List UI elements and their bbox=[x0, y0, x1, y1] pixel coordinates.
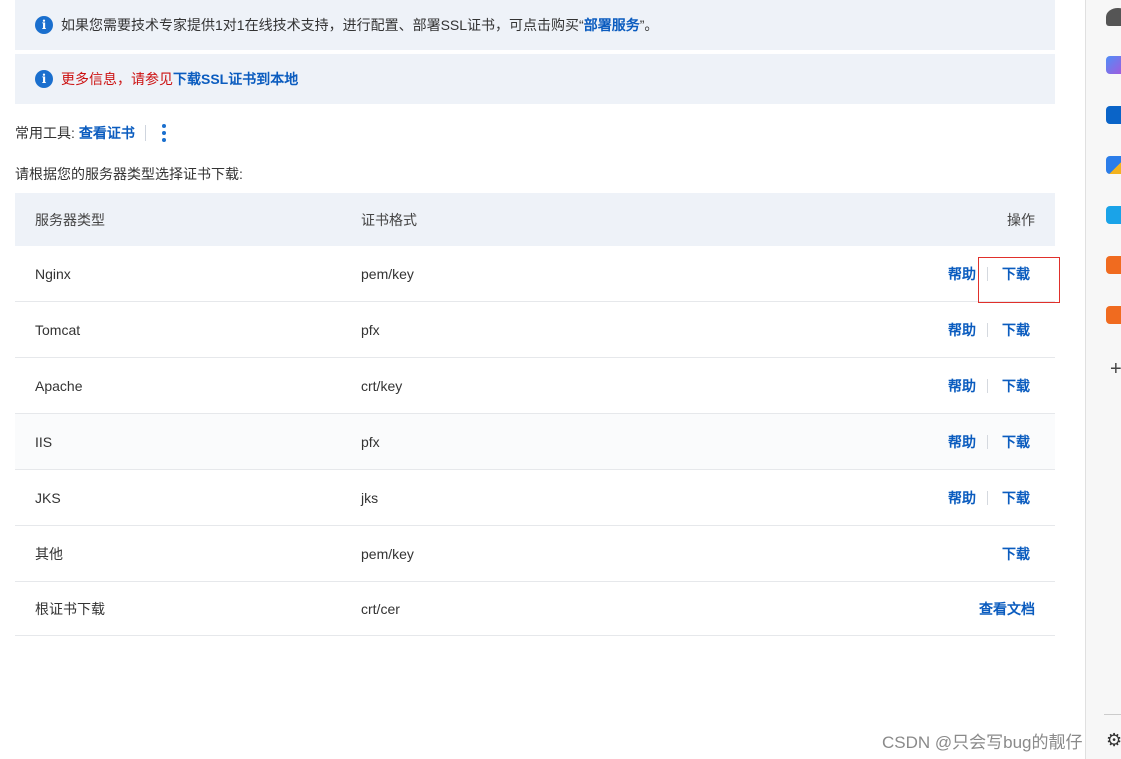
watermark: CSDN @只会写bug的靓仔 bbox=[882, 733, 1083, 752]
help-link[interactable]: 帮助 bbox=[948, 488, 976, 508]
table-row: IIS pfx 帮助 下载 bbox=[15, 414, 1055, 470]
server-type-cell: 根证书下载 bbox=[35, 600, 105, 617]
server-type-cell: IIS bbox=[35, 433, 53, 450]
support-notice-text: 如果您需要技术专家提供1对1在线技术支持，进行配置、部署SSL证书，可点击购买“ bbox=[61, 17, 584, 33]
download-link[interactable]: 下载 bbox=[1002, 320, 1035, 340]
server-type-cell: Nginx bbox=[35, 265, 71, 282]
support-notice: i 如果您需要技术专家提供1对1在线技术支持，进行配置、部署SSL证书，可点击购… bbox=[15, 0, 1055, 50]
header-actions: 操作 bbox=[1007, 211, 1035, 228]
main-content: i 如果您需要技术专家提供1对1在线技术支持，进行配置、部署SSL证书，可点击购… bbox=[0, 0, 1085, 759]
cert-format-cell: pem/key bbox=[361, 545, 414, 562]
tv-icon[interactable] bbox=[1106, 206, 1121, 224]
table-row: Nginx pem/key 帮助 下载 bbox=[15, 246, 1055, 302]
table-row: Tomcat pfx 帮助 下载 bbox=[15, 302, 1055, 358]
select-server-prompt: 请根据您的服务器类型选择证书下载: bbox=[15, 166, 243, 182]
add-icon[interactable]: + bbox=[1110, 358, 1121, 381]
divider bbox=[1104, 714, 1121, 715]
common-tools: 常用工具: 查看证书 bbox=[15, 120, 170, 146]
server-type-cell: 其他 bbox=[35, 545, 63, 562]
divider bbox=[987, 378, 988, 393]
server-type-cell: Tomcat bbox=[35, 321, 81, 338]
copilot-icon[interactable] bbox=[1106, 56, 1121, 74]
cert-format-cell: crt/cer bbox=[361, 600, 400, 617]
server-type-cell: Apache bbox=[35, 377, 83, 394]
download-ssl-doc-link[interactable]: 下载SSL证书到本地 bbox=[173, 69, 298, 89]
more-info-notice: i 更多信息，请参见 下载SSL证书到本地 bbox=[15, 54, 1055, 104]
view-docs-link[interactable]: 查看文档 bbox=[979, 599, 1035, 619]
tools-label: 常用工具: bbox=[15, 125, 75, 141]
app-icon[interactable] bbox=[1106, 306, 1121, 324]
help-link[interactable]: 帮助 bbox=[948, 264, 976, 284]
actions-cell: 帮助 下载 bbox=[861, 264, 1055, 284]
deploy-service-link[interactable]: 部署服务 bbox=[584, 15, 640, 35]
browser-sidebar: + bbox=[1085, 0, 1121, 759]
more-vertical-icon[interactable] bbox=[158, 122, 170, 144]
info-icon: i bbox=[35, 16, 53, 34]
table-row: 根证书下载 crt/cer 查看文档 bbox=[15, 582, 1055, 636]
more-info-text: 更多信息，请参见 bbox=[61, 71, 173, 87]
download-link[interactable]: 下载 bbox=[1002, 376, 1035, 396]
download-link[interactable]: 下载 bbox=[1002, 432, 1035, 452]
cert-format-cell: pfx bbox=[361, 321, 380, 338]
table-header: 服务器类型 证书格式 操作 bbox=[15, 193, 1055, 246]
divider bbox=[144, 125, 146, 141]
cert-format-cell: pfx bbox=[361, 433, 380, 450]
download-link[interactable]: 下载 bbox=[1002, 488, 1035, 508]
table-row: Apache crt/key 帮助 下载 bbox=[15, 358, 1055, 414]
table-row: 其他 pem/key 下载 bbox=[15, 526, 1055, 582]
help-link[interactable]: 帮助 bbox=[948, 432, 976, 452]
download-link[interactable]: 下载 bbox=[1002, 544, 1035, 564]
info-icon: i bbox=[35, 70, 53, 88]
header-cert-format: 证书格式 bbox=[361, 211, 417, 228]
cert-format-cell: pem/key bbox=[361, 265, 414, 282]
actions-cell: 下载 bbox=[861, 544, 1055, 564]
help-link[interactable]: 帮助 bbox=[948, 320, 976, 340]
cert-format-cell: jks bbox=[361, 489, 379, 506]
actions-cell: 帮助 下载 bbox=[861, 320, 1055, 340]
actions-cell: 帮助 下载 bbox=[861, 376, 1055, 396]
help-link[interactable]: 帮助 bbox=[948, 376, 976, 396]
download-link[interactable]: 下载 bbox=[1002, 264, 1035, 284]
divider bbox=[987, 322, 988, 337]
divider bbox=[987, 434, 988, 449]
user-icon[interactable] bbox=[1106, 8, 1121, 26]
divider bbox=[987, 266, 988, 281]
cert-download-table: 服务器类型 证书格式 操作 Nginx pem/key 帮助 下载 Tomcat… bbox=[15, 193, 1055, 636]
support-notice-suffix: ”。 bbox=[639, 17, 659, 33]
app-icon[interactable] bbox=[1106, 256, 1121, 274]
actions-cell: 帮助 下载 bbox=[861, 488, 1055, 508]
settings-icon[interactable]: ⚙ bbox=[1106, 730, 1121, 751]
server-type-cell: JKS bbox=[35, 489, 61, 506]
view-cert-link[interactable]: 查看证书 bbox=[79, 123, 135, 143]
divider bbox=[987, 490, 988, 505]
table-row: JKS jks 帮助 下载 bbox=[15, 470, 1055, 526]
outlook-icon[interactable] bbox=[1106, 106, 1121, 124]
actions-cell: 帮助 下载 bbox=[861, 432, 1055, 452]
cert-format-cell: crt/key bbox=[361, 377, 403, 394]
actions-cell: 查看文档 bbox=[861, 599, 1055, 619]
header-server-type: 服务器类型 bbox=[35, 211, 105, 228]
send-icon[interactable] bbox=[1106, 156, 1121, 174]
